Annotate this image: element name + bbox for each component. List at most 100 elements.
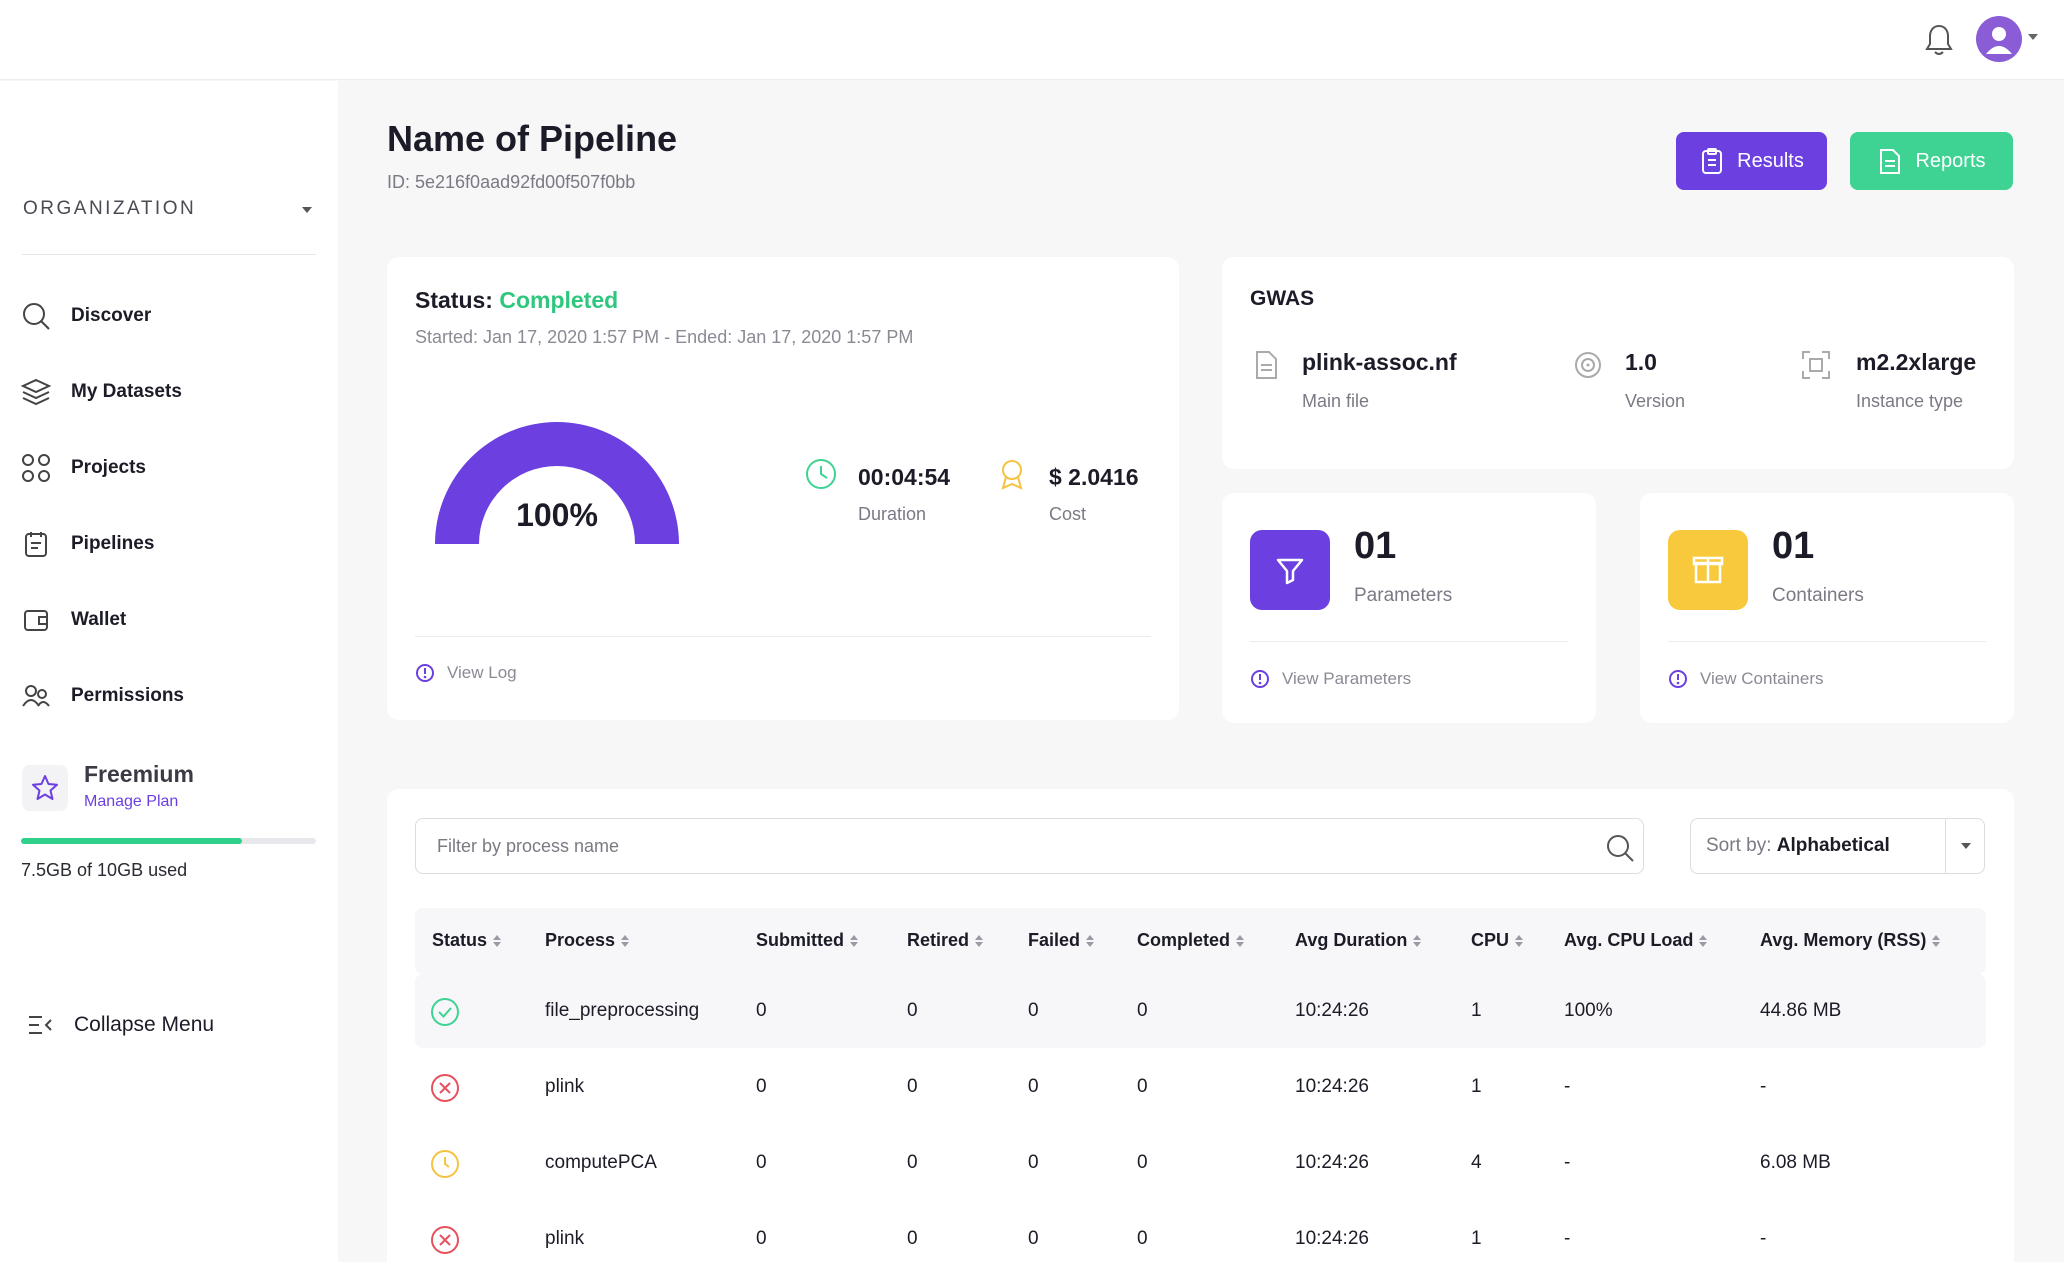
sort-dropdown[interactable]: Sort by: Alphabetical xyxy=(1690,818,1985,874)
filter-icon xyxy=(1276,558,1304,585)
results-button-label: Results xyxy=(1737,149,1804,172)
search-icon[interactable] xyxy=(1604,832,1636,864)
column-header-label: Avg Duration xyxy=(1295,930,1408,950)
process-name: computePCA xyxy=(545,1152,657,1173)
collapse-menu-label: Collapse Menu xyxy=(74,1013,215,1036)
sort-arrows-icon xyxy=(1699,934,1708,948)
sort-arrows-icon xyxy=(621,934,630,948)
sidebar-item-label: Discover xyxy=(71,305,152,326)
column-header-avg-duration[interactable]: Avg Duration xyxy=(1295,930,1422,951)
sidebar-item-label: Projects xyxy=(71,457,146,478)
info-icon xyxy=(416,664,434,682)
column-header-label: Submitted xyxy=(756,930,844,950)
retired-value: 0 xyxy=(907,1076,918,1097)
view-log-label: View Log xyxy=(447,663,517,682)
search-icon xyxy=(23,303,50,330)
avg-duration-value: 10:24:26 xyxy=(1295,1000,1369,1021)
collapse-menu-button[interactable]: Collapse Menu xyxy=(26,1009,214,1041)
reports-button-label: Reports xyxy=(1915,149,1986,172)
clock-icon xyxy=(431,1150,459,1178)
status-heading: Status: Completed xyxy=(415,287,618,314)
error-circle-icon xyxy=(431,1226,459,1254)
failed-value: 0 xyxy=(1028,1000,1039,1021)
column-header-completed[interactable]: Completed xyxy=(1137,930,1245,951)
completed-value: 0 xyxy=(1137,1228,1148,1249)
sort-arrows-icon xyxy=(1515,934,1524,948)
manage-plan-link[interactable]: Manage Plan xyxy=(84,793,178,811)
column-header-retired[interactable]: Retired xyxy=(907,930,984,951)
sort-arrows-icon xyxy=(1236,934,1245,948)
table-header: Status Process Submitted Retired Failed … xyxy=(415,908,1986,974)
sort-arrows-icon xyxy=(1086,934,1095,948)
status-label: Status: xyxy=(415,287,493,313)
reports-button[interactable]: Reports xyxy=(1850,132,2013,190)
organization-selector[interactable]: ORGANIZATION xyxy=(23,198,196,220)
column-header-cpu[interactable]: CPU xyxy=(1471,930,1524,951)
containers-label: Containers xyxy=(1772,585,1864,606)
column-header-avg-cpu-load[interactable]: Avg. CPU Load xyxy=(1564,930,1708,951)
cpu-value: 1 xyxy=(1471,1076,1482,1097)
containers-card: 01 Containers View Containers xyxy=(1640,493,2014,723)
chevron-down-icon[interactable] xyxy=(2028,34,2038,40)
duration-value: 00:04:54 xyxy=(858,464,951,490)
avatar[interactable] xyxy=(1976,16,2022,62)
sort-value: Alphabetical xyxy=(1776,835,1890,856)
page-title: Name of Pipeline xyxy=(387,118,678,159)
submitted-value: 0 xyxy=(756,1152,767,1173)
column-header-avg-memory[interactable]: Avg. Memory (RSS) xyxy=(1760,930,1941,951)
cpu-load-value: 100% xyxy=(1564,1000,1613,1021)
chevron-down-icon[interactable] xyxy=(302,207,312,213)
collapse-icon xyxy=(29,1016,52,1034)
info-icon xyxy=(1669,670,1687,688)
pipeline-id: ID: 5e216f0aad92fd00f507f0bb xyxy=(387,172,636,192)
top-bar xyxy=(0,0,2064,80)
memory-value: 44.86 MB xyxy=(1760,1000,1842,1021)
table-row[interactable]: computePCA 0 0 0 0 10:24:26 4 - 6.08 MB xyxy=(415,1126,1986,1200)
table-row[interactable]: plink 0 0 0 0 10:24:26 1 - - xyxy=(415,1202,1986,1262)
table-row[interactable]: plink 0 0 0 0 10:24:26 1 - - xyxy=(415,1050,1986,1124)
sort-prefix: Sort by: xyxy=(1706,835,1772,856)
sidebar-item-my-datasets[interactable]: My Datasets xyxy=(20,372,320,412)
avg-duration-value: 10:24:26 xyxy=(1295,1152,1369,1173)
submitted-value: 0 xyxy=(756,1228,767,1249)
instance-type-value: m2.2xlarge xyxy=(1856,349,1977,375)
cpu-value: 1 xyxy=(1471,1000,1482,1021)
column-header-status[interactable]: Status xyxy=(432,930,502,951)
column-header-label: Avg. Memory (RSS) xyxy=(1760,930,1927,950)
retired-value: 0 xyxy=(907,1152,918,1173)
retired-value: 0 xyxy=(907,1000,918,1021)
view-log-link[interactable]: View Log xyxy=(415,663,517,683)
sort-arrows-icon xyxy=(493,934,502,948)
memory-value: - xyxy=(1760,1076,1767,1097)
bell-icon[interactable] xyxy=(1924,22,1954,58)
table-row[interactable]: file_preprocessing 0 0 0 0 10:24:26 1 10… xyxy=(415,974,1986,1048)
sidebar-item-pipelines[interactable]: Pipelines xyxy=(20,524,320,564)
sort-arrows-icon xyxy=(975,934,984,948)
grid-icon xyxy=(22,454,50,482)
sort-arrows-icon xyxy=(1413,934,1422,948)
sidebar-item-projects[interactable]: Projects xyxy=(20,448,320,488)
plan-badge xyxy=(22,765,68,811)
view-parameters-link[interactable]: View Parameters xyxy=(1250,669,1411,689)
column-header-submitted[interactable]: Submitted xyxy=(756,930,858,951)
failed-value: 0 xyxy=(1028,1152,1039,1173)
user-icon xyxy=(1986,27,2012,54)
memory-value: - xyxy=(1760,1228,1767,1249)
pipeline-type: GWAS xyxy=(1250,287,1315,310)
sidebar-item-wallet[interactable]: Wallet xyxy=(20,600,320,640)
progress-percent: 100% xyxy=(516,497,598,533)
column-header-process[interactable]: Process xyxy=(545,930,630,951)
process-name: plink xyxy=(545,1076,585,1097)
divider xyxy=(1250,641,1568,642)
sidebar-item-permissions[interactable]: Permissions xyxy=(20,676,320,716)
search-input[interactable] xyxy=(416,819,1586,873)
chevron-down-icon[interactable] xyxy=(1961,843,1971,849)
column-header-failed[interactable]: Failed xyxy=(1028,930,1095,951)
clipboard-icon xyxy=(1702,148,1723,174)
instance-type-label: Instance type xyxy=(1856,391,1964,411)
status-value: Completed xyxy=(499,287,619,313)
results-button[interactable]: Results xyxy=(1676,132,1827,190)
sidebar-item-discover[interactable]: Discover xyxy=(20,296,320,336)
completed-value: 0 xyxy=(1137,1000,1148,1021)
view-containers-link[interactable]: View Containers xyxy=(1668,669,1823,689)
